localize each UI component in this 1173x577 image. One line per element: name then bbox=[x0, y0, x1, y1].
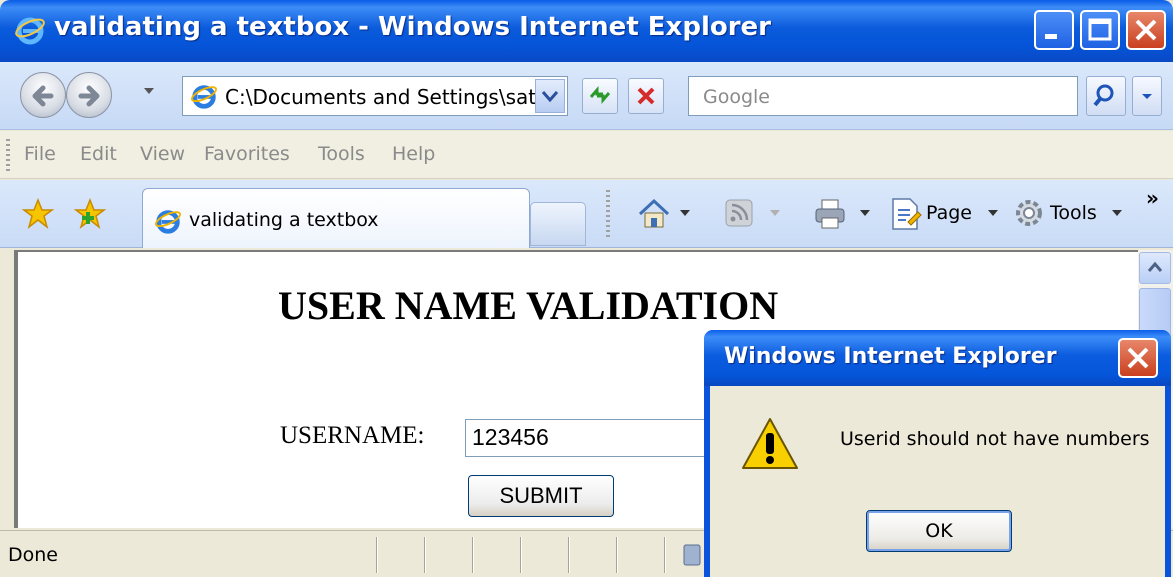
print-dropdown-arrow[interactable] bbox=[860, 210, 870, 216]
refresh-button[interactable] bbox=[582, 78, 618, 114]
feeds-dropdown-arrow[interactable] bbox=[770, 210, 780, 216]
add-to-favorites-icon[interactable] bbox=[74, 198, 106, 230]
address-bar[interactable]: C:\Documents and Settings\sati: bbox=[182, 76, 568, 116]
menu-view[interactable]: View bbox=[140, 143, 185, 165]
alert-dialog: Windows Internet Explorer Userid should … bbox=[704, 330, 1171, 577]
menu-edit[interactable]: Edit bbox=[80, 143, 117, 165]
ok-button[interactable]: OK bbox=[866, 510, 1012, 552]
maximize-icon bbox=[1088, 18, 1112, 41]
warning-icon bbox=[742, 418, 798, 469]
scroll-up-button[interactable] bbox=[1139, 252, 1171, 284]
chevron-down-icon bbox=[1142, 94, 1152, 99]
address-dropdown-button[interactable] bbox=[535, 79, 565, 113]
navigation-bar: C:\Documents and Settings\sati: Google bbox=[0, 62, 1173, 130]
search-placeholder: Google bbox=[703, 86, 771, 108]
status-divider bbox=[424, 537, 426, 573]
stop-button[interactable] bbox=[628, 78, 664, 114]
toolbar-overflow-chevron[interactable]: » bbox=[1146, 186, 1159, 210]
chevron-up-icon bbox=[1147, 261, 1163, 272]
dialog-message: Userid should not have numbers bbox=[840, 428, 1150, 450]
page-menu-label[interactable]: Page bbox=[926, 202, 972, 224]
close-window-button[interactable] bbox=[1126, 10, 1166, 50]
minimize-button[interactable] bbox=[1034, 10, 1074, 50]
status-divider bbox=[616, 537, 618, 573]
page-heading: USER NAME VALIDATION bbox=[278, 283, 779, 328]
toolbar-grip[interactable] bbox=[6, 139, 10, 171]
menu-help[interactable]: Help bbox=[392, 143, 435, 165]
submit-button[interactable]: SUBMIT bbox=[468, 475, 614, 517]
dialog-close-button[interactable] bbox=[1118, 338, 1158, 378]
close-icon bbox=[1127, 347, 1149, 369]
recent-pages-dropdown-icon[interactable] bbox=[142, 86, 156, 96]
menu-file[interactable]: File bbox=[24, 143, 56, 165]
forward-button[interactable] bbox=[66, 72, 112, 118]
status-divider bbox=[472, 537, 474, 573]
search-icon bbox=[1093, 84, 1114, 107]
ie-logo-icon bbox=[15, 17, 45, 45]
menu-bar: File Edit View Favorites Tools Help bbox=[0, 131, 1173, 179]
tab-validating-a-textbox[interactable]: validating a textbox bbox=[142, 188, 530, 248]
zone-computer-icon bbox=[683, 544, 701, 566]
page-dropdown-arrow[interactable] bbox=[988, 210, 998, 216]
forward-arrow-icon bbox=[78, 85, 100, 107]
new-tab-button[interactable] bbox=[530, 202, 586, 246]
status-text: Done bbox=[8, 544, 58, 566]
minimize-icon bbox=[1045, 34, 1057, 39]
tab-label: validating a textbox bbox=[189, 209, 379, 231]
dialog-titlebar[interactable]: Windows Internet Explorer bbox=[704, 330, 1171, 386]
tools-menu-label[interactable]: Tools bbox=[1050, 202, 1097, 224]
tab-bar: validating a textbox Page Tools » bbox=[0, 180, 1173, 248]
favorites-center-star-icon[interactable] bbox=[22, 198, 54, 230]
search-options-button[interactable] bbox=[1132, 76, 1162, 116]
back-button[interactable] bbox=[20, 72, 66, 118]
menu-tools[interactable]: Tools bbox=[318, 143, 365, 165]
status-divider bbox=[568, 537, 570, 573]
maximize-button[interactable] bbox=[1080, 10, 1120, 50]
refresh-icon bbox=[589, 85, 611, 105]
status-divider bbox=[520, 537, 522, 573]
status-divider bbox=[664, 537, 666, 573]
page-ie-icon bbox=[191, 85, 217, 109]
window-title: validating a textbox - Windows Internet … bbox=[54, 12, 771, 42]
page-ie-icon bbox=[155, 210, 181, 234]
close-icon bbox=[1135, 19, 1157, 41]
window-titlebar[interactable]: validating a textbox - Windows Internet … bbox=[0, 0, 1173, 62]
address-text[interactable]: C:\Documents and Settings\sati: bbox=[225, 85, 535, 109]
home-icon[interactable] bbox=[636, 196, 672, 232]
toolbar-separator bbox=[606, 190, 610, 240]
feeds-icon[interactable] bbox=[722, 196, 756, 230]
chevron-down-icon bbox=[541, 91, 559, 103]
status-divider bbox=[376, 537, 378, 573]
menu-favorites[interactable]: Favorites bbox=[204, 143, 290, 165]
page-icon[interactable] bbox=[888, 196, 922, 232]
stop-icon bbox=[637, 87, 655, 105]
gear-icon[interactable] bbox=[1012, 196, 1046, 230]
username-label: USERNAME: bbox=[280, 422, 425, 449]
search-button[interactable] bbox=[1086, 76, 1126, 116]
print-icon[interactable] bbox=[812, 196, 848, 232]
dialog-body: Userid should not have numbers OK bbox=[710, 386, 1165, 577]
dialog-title: Windows Internet Explorer bbox=[724, 344, 1057, 369]
home-dropdown-arrow[interactable] bbox=[680, 210, 690, 216]
back-arrow-icon bbox=[32, 85, 54, 107]
search-input[interactable]: Google bbox=[688, 76, 1078, 116]
tools-dropdown-arrow[interactable] bbox=[1112, 210, 1122, 216]
